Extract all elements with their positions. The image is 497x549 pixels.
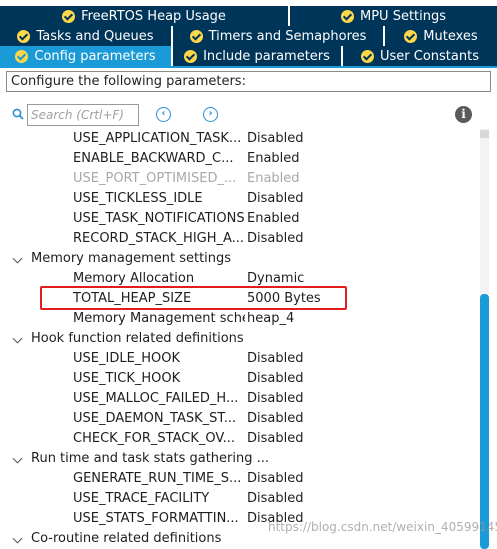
- group-label: Memory management settings: [31, 251, 232, 266]
- group-memory-management[interactable]: Memory management settings: [0, 249, 476, 269]
- tab-label: Include parameters: [203, 48, 330, 64]
- next-match-button[interactable]: ›: [203, 107, 218, 122]
- param-row[interactable]: Memory Management sche... heap_4: [0, 309, 476, 329]
- chevron-down-icon: [12, 533, 23, 544]
- param-name: USE_PORT_OPTIMISED_...: [73, 171, 237, 186]
- param-row[interactable]: CHECK_FOR_STACK_OV... Disabled: [0, 429, 476, 449]
- tab-label: Config parameters: [34, 48, 156, 64]
- param-name: GENERATE_RUN_TIME_S...: [73, 471, 242, 486]
- param-row[interactable]: RECORD_STACK_HIGH_A... Disabled: [0, 229, 476, 249]
- param-row[interactable]: ENABLE_BACKWARD_C... Enabled: [0, 149, 476, 169]
- group-run-time-stats[interactable]: Run time and task stats gathering ...: [0, 449, 476, 469]
- check-icon: [184, 49, 198, 63]
- param-value: Disabled: [247, 351, 304, 366]
- param-value: Disabled: [247, 431, 304, 446]
- tab-row-3: Config parameters Include parameters Use…: [0, 46, 497, 66]
- param-name: ENABLE_BACKWARD_C...: [73, 151, 234, 166]
- group-hook-functions[interactable]: Hook function related definitions: [0, 329, 476, 349]
- tab-mpu-settings[interactable]: MPU Settings: [290, 6, 497, 26]
- group-label: Hook function related definitions: [31, 331, 244, 346]
- param-row[interactable]: USE_IDLE_HOOK Disabled: [0, 349, 476, 369]
- tab-tasks-and-queues[interactable]: Tasks and Queues: [0, 26, 173, 46]
- tab-row-2: Tasks and Queues Timers and Semaphores M…: [0, 26, 497, 46]
- chevron-down-icon: [12, 333, 23, 344]
- param-row[interactable]: USE_TICK_HOOK Disabled: [0, 369, 476, 389]
- tab-freertos-heap-usage[interactable]: FreeRTOS Heap Usage: [0, 6, 290, 26]
- param-row[interactable]: USE_APPLICATION_TASK... Disabled: [0, 129, 476, 149]
- tab-config-parameters[interactable]: Config parameters: [0, 46, 173, 66]
- param-name: Memory Management sche...: [73, 311, 245, 326]
- chevron-down-icon: [12, 253, 23, 264]
- param-row[interactable]: GENERATE_RUN_TIME_S... Disabled: [0, 469, 476, 489]
- check-icon: [404, 29, 418, 43]
- tab-label: MPU Settings: [359, 8, 447, 24]
- tab-label: User Constants: [380, 48, 479, 64]
- param-value: Disabled: [247, 391, 304, 406]
- param-row: USE_PORT_OPTIMISED_... Enabled: [0, 169, 476, 189]
- parameter-tree: USE_APPLICATION_TASK... Disabled ENABLE_…: [0, 129, 476, 549]
- tab-mutexes[interactable]: Mutexes: [385, 26, 497, 46]
- group-label: Run time and task stats gathering ...: [31, 451, 270, 466]
- param-name: USE_IDLE_HOOK: [73, 351, 181, 366]
- param-name: USE_TICK_HOOK: [73, 371, 181, 386]
- scrollbar-thumb[interactable]: [480, 294, 489, 549]
- param-value: Disabled: [247, 371, 304, 386]
- search-input[interactable]: Search (Crtl+F): [27, 104, 139, 126]
- tab-timers-and-semaphores[interactable]: Timers and Semaphores: [173, 26, 385, 46]
- info-icon[interactable]: i: [455, 106, 472, 123]
- param-name: USE_TICKLESS_IDLE: [73, 191, 203, 206]
- param-row[interactable]: USE_DAEMON_TASK_ST... Disabled: [0, 409, 476, 429]
- param-name: USE_STATS_FORMATTIN...: [73, 511, 239, 526]
- check-icon: [340, 9, 354, 23]
- check-icon: [15, 49, 29, 63]
- configure-label: Configure the following parameters:: [6, 71, 491, 92]
- param-value: heap_4: [247, 311, 295, 326]
- param-name: CHECK_FOR_STACK_OV...: [73, 431, 235, 446]
- previous-match-button[interactable]: ‹: [156, 107, 171, 122]
- param-value: Disabled: [247, 191, 304, 206]
- check-icon: [62, 9, 76, 23]
- param-name: RECORD_STACK_HIGH_A...: [73, 231, 245, 246]
- param-row[interactable]: USE_TASK_NOTIFICATIONS Enabled: [0, 209, 476, 229]
- tab-label: Tasks and Queues: [36, 28, 154, 44]
- param-name: USE_TASK_NOTIFICATIONS: [73, 211, 245, 226]
- param-value: Disabled: [247, 411, 304, 426]
- group-label: Co-routine related definitions: [31, 531, 222, 546]
- param-name: USE_DAEMON_TASK_ST...: [73, 411, 237, 426]
- param-value: Disabled: [247, 491, 304, 506]
- param-name: USE_APPLICATION_TASK...: [73, 131, 242, 146]
- param-value: Enabled: [247, 171, 300, 186]
- scrollbar-up-arrow[interactable]: [480, 130, 489, 138]
- watermark: https://blog.csdn.net/weixin_40599145: [268, 520, 497, 534]
- tab-label: Mutexes: [423, 28, 478, 44]
- tab-label: Timers and Semaphores: [208, 28, 367, 44]
- param-name: USE_TRACE_FACILITY: [73, 491, 210, 506]
- param-row[interactable]: USE_TICKLESS_IDLE Disabled: [0, 189, 476, 209]
- tab-row-1: FreeRTOS Heap Usage MPU Settings: [0, 6, 497, 26]
- check-icon: [189, 29, 203, 43]
- param-value: Disabled: [247, 471, 304, 486]
- param-value: Enabled: [247, 211, 300, 226]
- param-name: USE_MALLOC_FAILED_H...: [73, 391, 239, 406]
- tab-user-constants[interactable]: User Constants: [343, 46, 497, 66]
- search-icon: [12, 108, 24, 120]
- param-value: Enabled: [247, 151, 300, 166]
- check-icon: [17, 29, 31, 43]
- param-value: Disabled: [247, 131, 304, 146]
- tab-label: FreeRTOS Heap Usage: [81, 8, 226, 24]
- tab-divider: [0, 66, 497, 68]
- param-row[interactable]: USE_TRACE_FACILITY Disabled: [0, 489, 476, 509]
- tab-include-parameters[interactable]: Include parameters: [173, 46, 343, 66]
- param-value: Disabled: [247, 231, 304, 246]
- chevron-down-icon: [12, 453, 23, 464]
- highlight-box: [40, 286, 347, 310]
- check-icon: [361, 49, 374, 63]
- param-row[interactable]: USE_MALLOC_FAILED_H... Disabled: [0, 389, 476, 409]
